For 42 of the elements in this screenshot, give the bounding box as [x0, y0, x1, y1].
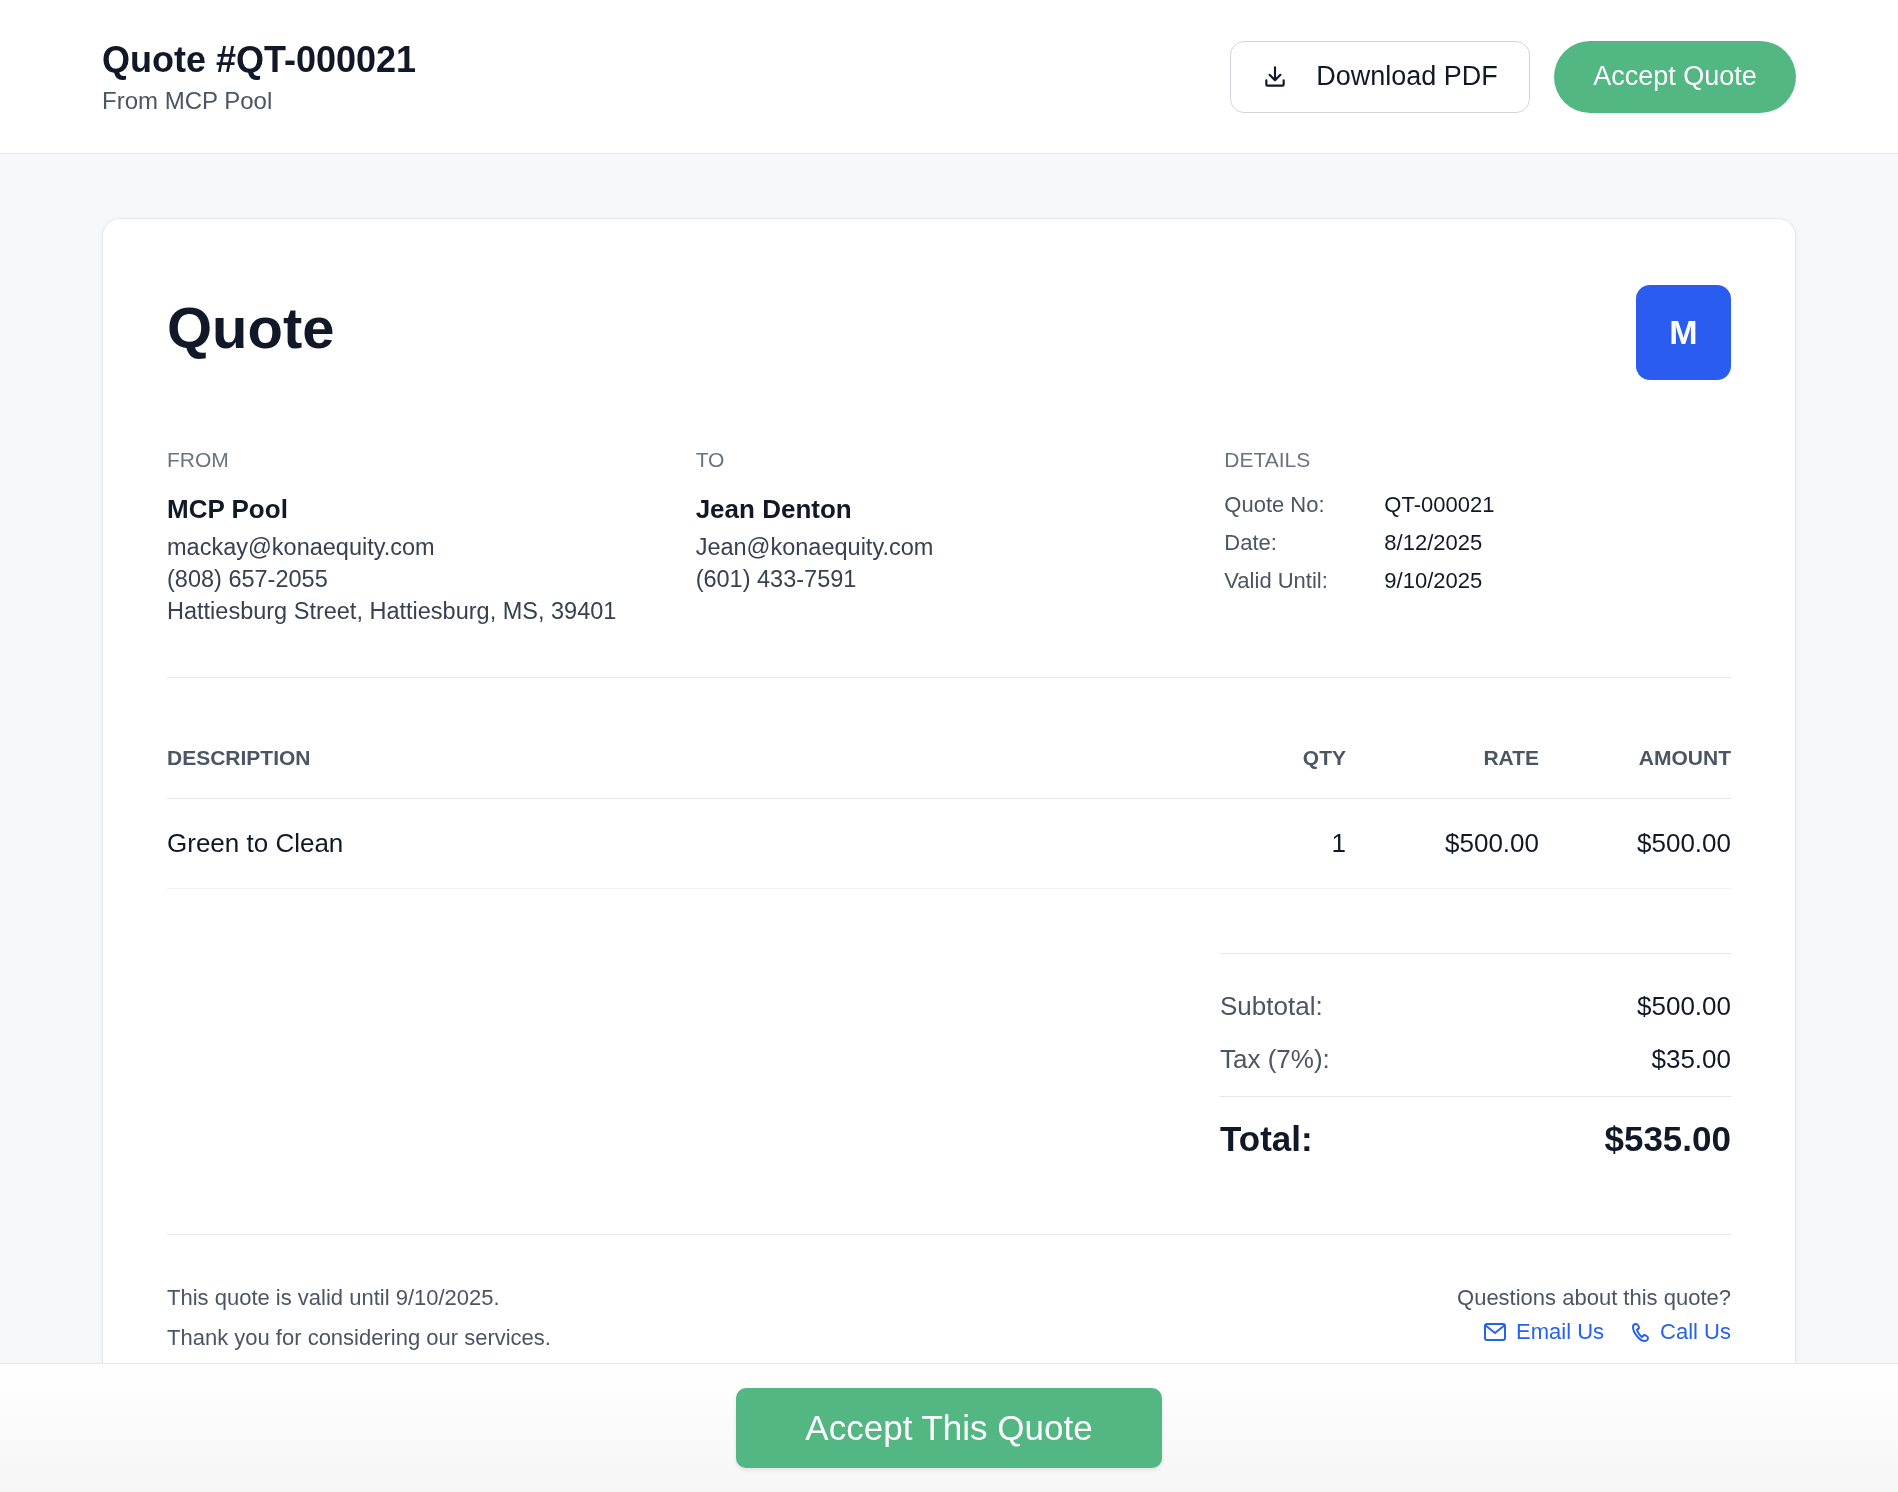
contact-line: mackay@konaequity.com	[167, 533, 436, 562]
column-header: RATE	[1482, 746, 1539, 770]
detail-value: QT-000021	[1384, 492, 1496, 518]
page-subtitle: From MCP Pool	[102, 87, 274, 116]
page-title: Quote #QT-000021	[102, 37, 417, 82]
contact-line: (808) 657-2055	[167, 565, 329, 594]
table-cell-text: 1	[1330, 828, 1346, 859]
table-cell-text: Green to Clean	[167, 828, 345, 859]
detail-value: 8/12/2025	[1384, 530, 1484, 556]
column-header: AMOUNT	[1637, 746, 1731, 770]
total-value: $535.00	[1604, 1119, 1731, 1159]
phone-icon	[1632, 1322, 1651, 1342]
section-label: TO	[695, 448, 726, 472]
section-label: FROM	[167, 448, 230, 472]
mail-icon	[1484, 1323, 1507, 1341]
footer-note: This quote is valid until 9/10/2025.	[167, 1285, 501, 1311]
detail-label: Valid Until:	[1224, 568, 1329, 594]
table-cell-text: $500.00	[1444, 828, 1539, 859]
summary-label: Subtotal:	[1220, 991, 1323, 1022]
summary-label: Tax (7%):	[1220, 1044, 1330, 1075]
table-cell-text: $500.00	[1636, 828, 1731, 859]
total-label: Total:	[1220, 1119, 1313, 1159]
email-link[interactable]: Email Us	[1484, 1319, 1605, 1345]
download-button[interactable]: Download PDF	[1230, 40, 1530, 113]
call-link[interactable]: Call Us	[1632, 1319, 1731, 1345]
detail-label: Date:	[1224, 530, 1278, 556]
contact-line: (601) 433-7591	[695, 565, 858, 594]
company-logo: M	[1636, 285, 1731, 380]
document-title: Quote	[167, 299, 335, 357]
summary-value: $500.00	[1637, 991, 1731, 1022]
contact-line: Jean@konaequity.com	[695, 533, 935, 562]
detail-label: Quote No:	[1224, 492, 1326, 518]
contact-line: Hattiesburg Street, Hattiesburg, MS, 39401	[167, 597, 618, 626]
column-header: DESCRIPTION	[167, 746, 312, 770]
section-label: DETAILS	[1224, 448, 1312, 472]
summary-value: $35.00	[1651, 1044, 1731, 1075]
party-name: Jean Denton	[695, 494, 853, 525]
column-header: QTY	[1301, 746, 1346, 770]
party-name: MCP Pool	[167, 494, 289, 525]
questions-text: Questions about this quote?	[1457, 1285, 1731, 1311]
detail-value: 9/10/2025	[1384, 568, 1484, 594]
footer-note: Thank you for considering our services.	[167, 1325, 551, 1351]
